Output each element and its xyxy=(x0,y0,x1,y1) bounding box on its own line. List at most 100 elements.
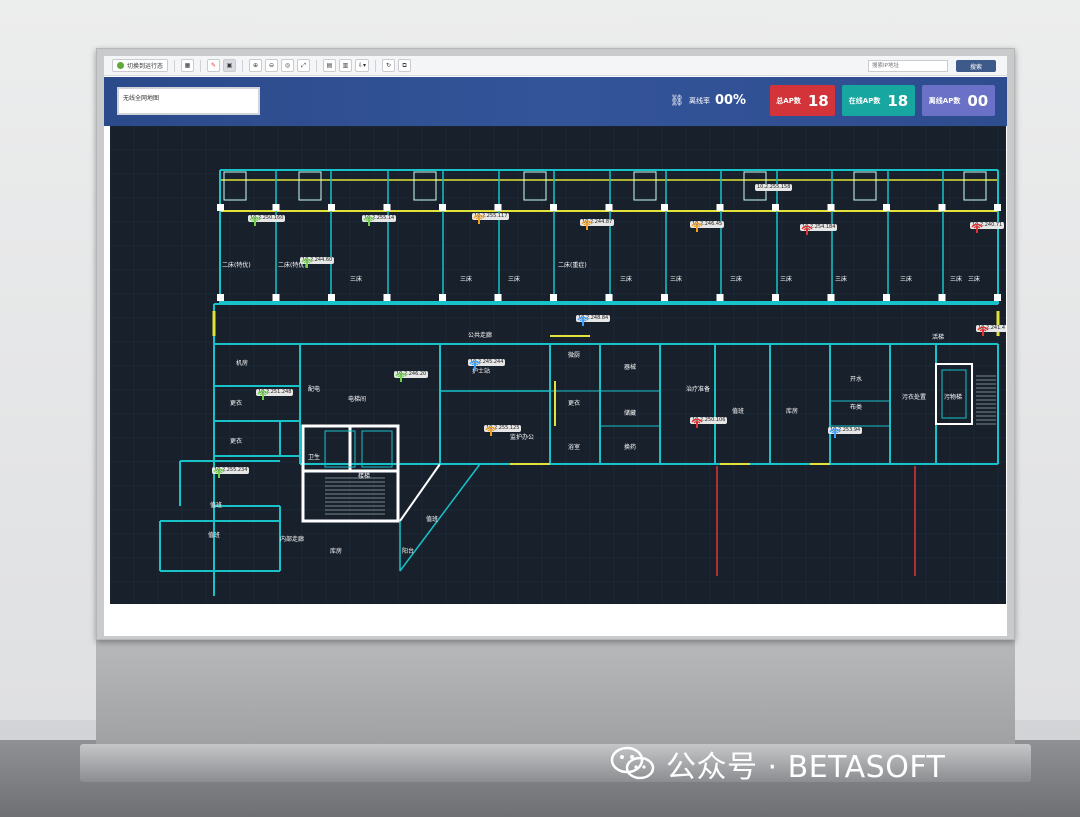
monitor-bezel xyxy=(104,604,1007,636)
room-label: 公共走廊 xyxy=(468,332,493,339)
room-label: 机房 xyxy=(236,360,249,367)
access-point-marker[interactable]: 10.2.246.20 xyxy=(394,370,429,382)
access-point-marker[interactable]: 10.2.255.117 xyxy=(472,212,510,224)
fit-screen-icon[interactable]: ⤢ xyxy=(297,59,311,72)
pillar xyxy=(883,294,890,301)
map-select[interactable]: 无线全网地图 xyxy=(117,87,260,115)
fullscreen-icon[interactable]: ⧉ xyxy=(398,59,412,72)
zoom-out-icon[interactable]: ⊖ xyxy=(265,59,279,72)
pillar xyxy=(883,204,890,211)
pillar xyxy=(383,204,391,211)
pillar xyxy=(550,204,557,211)
access-point-marker[interactable]: 10.2.248.84 xyxy=(576,314,611,326)
room-label: 微厨 xyxy=(568,352,581,359)
pillar xyxy=(605,204,613,211)
access-point-marker[interactable]: 10.2.255.14 xyxy=(362,214,397,226)
pillar xyxy=(661,204,668,211)
room-label: 值班 xyxy=(732,408,745,415)
room-label: 二床(重症) xyxy=(558,262,587,269)
offline-rate: ⛓ 离线率 00% xyxy=(670,93,746,108)
room-label: 三床 xyxy=(968,276,981,283)
pillar xyxy=(938,204,946,211)
pillar xyxy=(827,204,835,211)
pillar xyxy=(494,204,502,211)
watermark-text: 公众号 · BETASOFT xyxy=(666,750,946,785)
dashboard-header: 无线全网地图 ⛓ 离线率 00% 总AP数 18 在线AP数 18 离线AP数 … xyxy=(104,77,1007,126)
room-label: 储藏 xyxy=(624,410,637,417)
room-label: 治疗准备 xyxy=(686,386,711,393)
pillar xyxy=(716,294,724,301)
access-point-marker[interactable]: 10.2.245.244 xyxy=(468,358,506,370)
access-point-marker[interactable]: 10.2.255.158 xyxy=(755,183,793,191)
room-label: 三床 xyxy=(508,276,521,283)
room-label: 活梯 xyxy=(932,334,945,341)
bathroom-box xyxy=(298,171,322,201)
pen-icon[interactable]: ✎ xyxy=(207,59,221,72)
access-point-marker[interactable]: 10.2.255.125 xyxy=(484,424,522,436)
access-point-marker[interactable]: 10.2.244.60 xyxy=(300,256,335,268)
pillar xyxy=(217,294,224,301)
room-label: 三床 xyxy=(835,276,848,283)
bathroom-box xyxy=(223,171,247,201)
total-ap-card: 总AP数 18 xyxy=(770,85,835,116)
access-point-marker[interactable]: 10.2.244.87 xyxy=(580,218,615,230)
search-input[interactable] xyxy=(868,60,948,72)
access-point-marker[interactable]: 10.2.253.94 xyxy=(828,426,863,438)
grid-icon[interactable]: ▥ xyxy=(339,59,353,72)
run-status-icon xyxy=(117,62,124,69)
room-label: 内部走廊 xyxy=(280,536,305,543)
toolbar: 切换到运行态 ▦ ✎ ▣ ⊕ ⊖ ◎ ⤢ ▤ ▥ ⇩▾ ↻ ⧉ 搜索 xyxy=(104,56,1007,76)
online-ap-label: 在线AP数 xyxy=(848,96,881,105)
access-point-marker[interactable]: 10.2.246.45 xyxy=(690,220,725,232)
access-point-marker[interactable]: 10.2.250.160 xyxy=(248,214,286,226)
room-label: 开水 xyxy=(850,376,863,383)
watermark: 公众号 · BETASOFT xyxy=(610,742,945,786)
room-label: 布类 xyxy=(850,404,863,411)
offline-ap-value: 00 xyxy=(967,91,989,110)
switch-mode-button[interactable]: 切换到运行态 xyxy=(112,59,169,72)
pillar xyxy=(827,294,835,301)
offline-ap-label: 离线AP数 xyxy=(928,96,961,105)
access-point-marker[interactable]: 10.2.251.248 xyxy=(256,388,294,400)
offline-ap-card: 离线AP数 00 xyxy=(922,85,995,116)
room-label: 值班 xyxy=(210,502,223,509)
toolbar-separator xyxy=(174,59,176,72)
reset-zoom-icon[interactable]: ◎ xyxy=(281,59,295,72)
pillar xyxy=(550,294,557,301)
toolbar-separator xyxy=(375,59,377,72)
room-label: 三床 xyxy=(350,276,363,283)
refresh-icon[interactable]: ↻ xyxy=(382,59,396,72)
access-point-marker[interactable]: 10.2.254.184 xyxy=(800,223,838,235)
export-icon[interactable]: ⇩▾ xyxy=(355,59,370,72)
room-label: 库房 xyxy=(330,548,343,555)
pillar xyxy=(994,294,1001,301)
access-point-ip: 10.2.255.158 xyxy=(755,184,793,191)
room-label: 配电 xyxy=(308,386,321,393)
access-point-marker[interactable]: 10.2.255.234 xyxy=(212,466,250,478)
monitor-stand xyxy=(96,640,1015,745)
room-label: 三床 xyxy=(950,276,963,283)
access-point-marker[interactable]: 10.2.250.106 xyxy=(690,416,728,428)
select-icon[interactable]: ▣ xyxy=(223,59,237,72)
disconnect-icon: ⛓ xyxy=(670,94,684,107)
room-label: 三床 xyxy=(780,276,793,283)
floor-plan-map[interactable]: 二床(特优) 二床(特优) 三床 三床 三床 二床(重症) 三床 三床 三床 三床 三床 三床 三床 三床… xyxy=(110,126,1006,604)
access-point-marker[interactable]: 10.2.241.4 xyxy=(976,324,1006,336)
room-label: 三床 xyxy=(460,276,473,283)
room-label: 卫生 xyxy=(308,454,321,461)
pillar xyxy=(772,204,779,211)
search-button[interactable]: 搜索 xyxy=(956,60,996,72)
room-label: 值班 xyxy=(208,532,221,539)
bathroom-box xyxy=(853,171,877,201)
image-icon[interactable]: ▤ xyxy=(323,59,337,72)
layer-icon[interactable]: ▦ xyxy=(181,59,195,72)
pillar xyxy=(439,294,446,301)
pillar xyxy=(716,204,724,211)
access-point-marker[interactable]: 10.2.240.71 xyxy=(970,221,1005,233)
zoom-in-icon[interactable]: ⊕ xyxy=(249,59,263,72)
offline-rate-label: 离线率 xyxy=(688,96,710,105)
room-label: 三床 xyxy=(620,276,633,283)
elevator-car xyxy=(361,430,393,468)
pillar xyxy=(772,294,779,301)
room-label: 三床 xyxy=(730,276,743,283)
